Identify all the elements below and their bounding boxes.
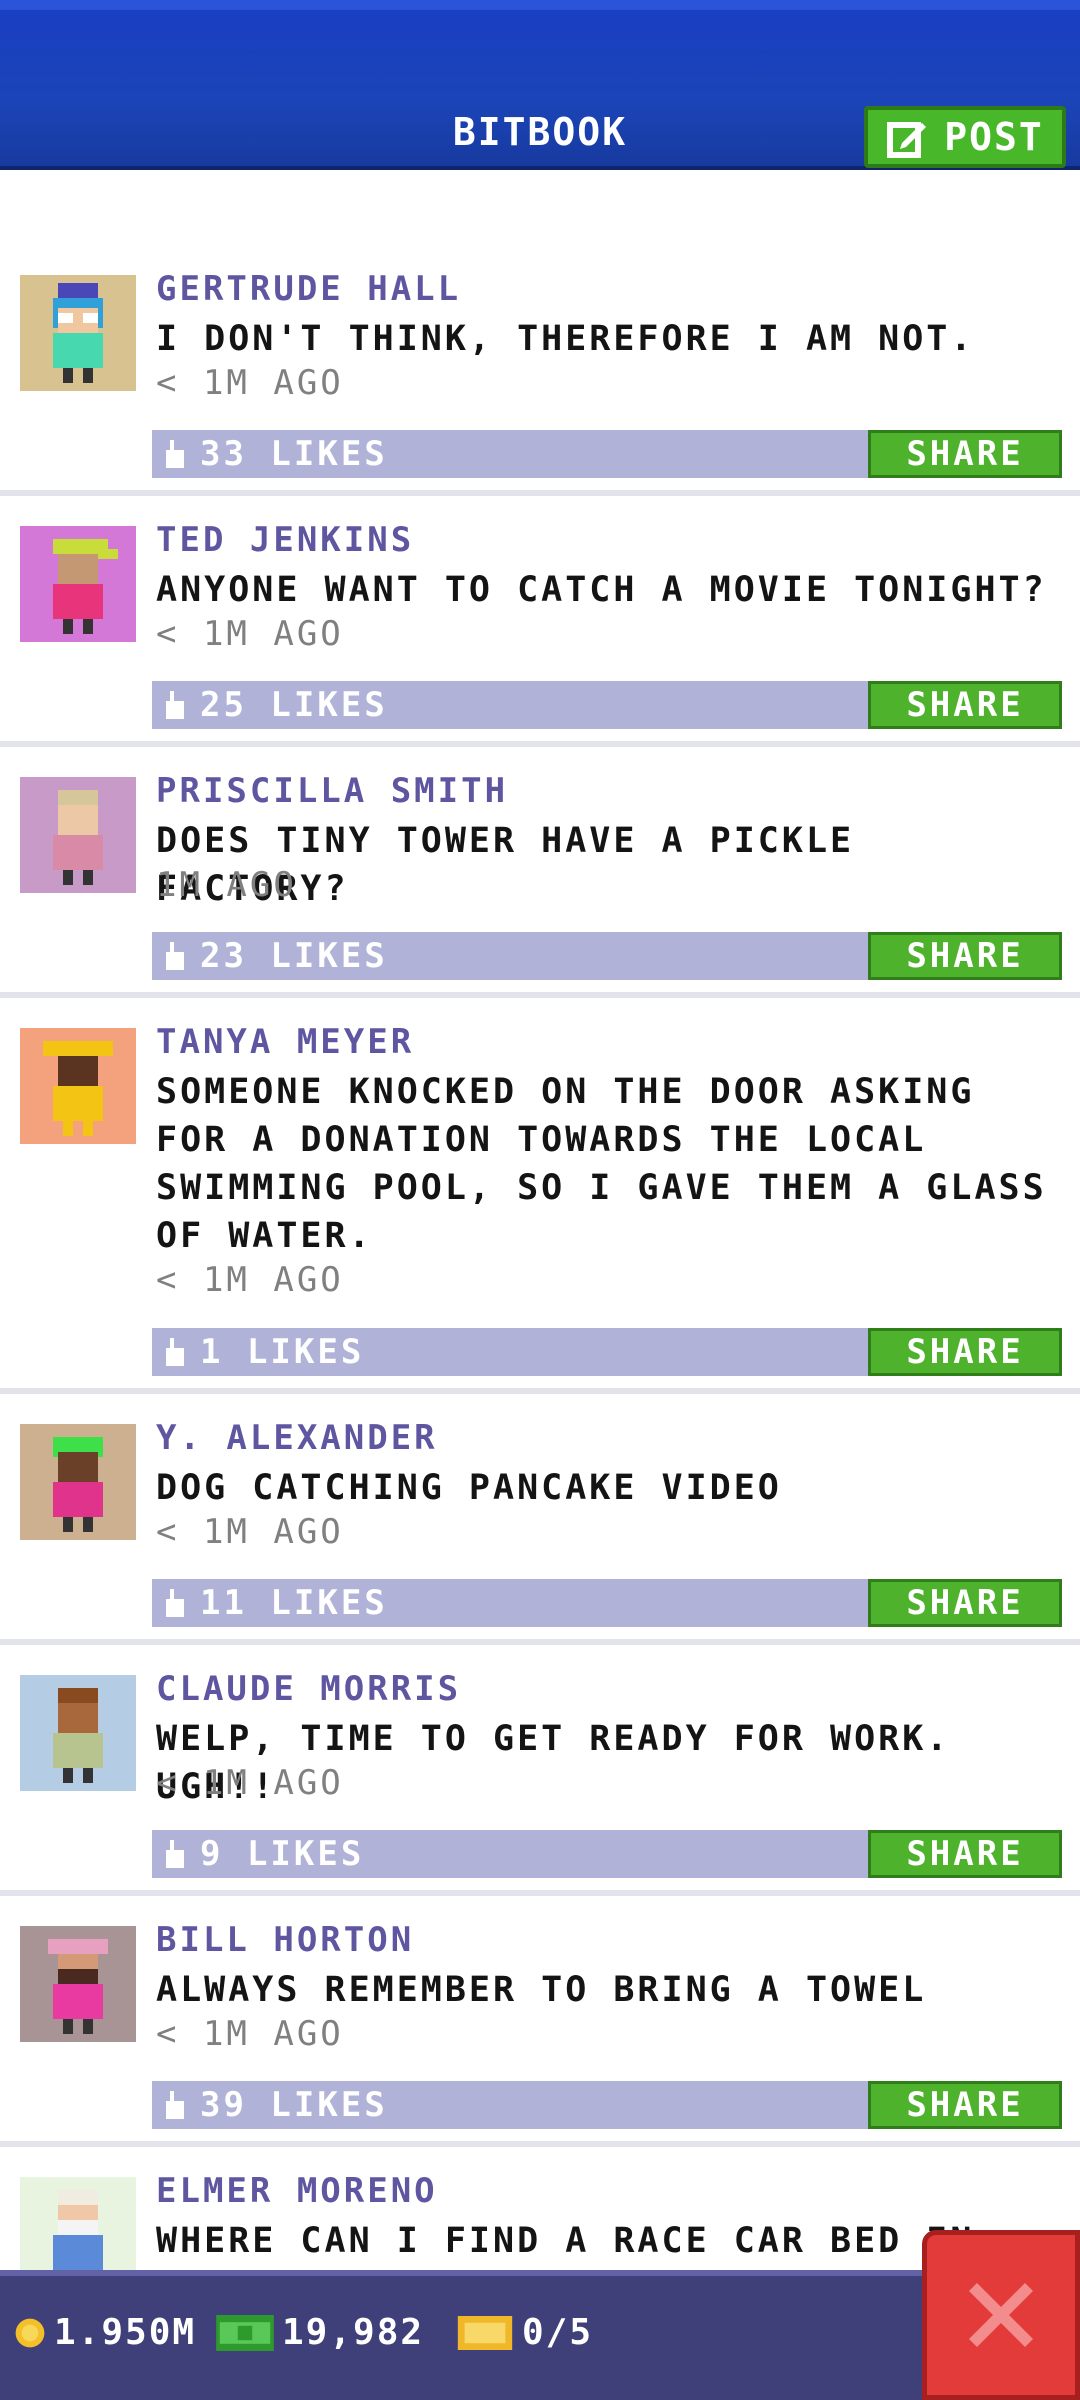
author-name[interactable]: PRISCILLA SMITH — [156, 771, 508, 811]
avatar — [20, 526, 136, 642]
post-time: < 1M AGO — [156, 1260, 344, 1300]
post-button-label: POST — [944, 115, 1044, 159]
list-item: GERTRUDE HALL I DON'T THINK, THEREFORE I… — [0, 245, 1080, 496]
author-name[interactable]: ELMER MORENO — [156, 2171, 438, 2211]
like-bar: 1 LIKES SHARE — [152, 1328, 1062, 1376]
share-button[interactable]: SHARE — [868, 932, 1062, 980]
author-name[interactable]: BILL HORTON — [156, 1920, 414, 1960]
bux-value: 19,982 — [282, 2312, 425, 2353]
like-count: 11 LIKES — [200, 1583, 388, 1623]
thumbs-up-icon[interactable] — [162, 1338, 184, 1366]
thumbs-up-icon[interactable] — [162, 2091, 184, 2119]
post-time: < 1M AGO — [156, 1763, 344, 1803]
bux-icon — [216, 2314, 274, 2351]
ticket-icon — [457, 2315, 513, 2350]
person-icon — [48, 1939, 108, 2034]
author-name[interactable]: TANYA MEYER — [156, 1022, 414, 1062]
like-count: 23 LIKES — [200, 936, 388, 976]
person-icon — [53, 1688, 103, 1783]
like-bar: 25 LIKES SHARE — [152, 681, 1062, 729]
avatar — [20, 1675, 136, 1791]
coins-stat: 1.950M — [14, 2312, 196, 2353]
like-bar: 11 LIKES SHARE — [152, 1579, 1062, 1627]
thumbs-up-icon[interactable] — [162, 942, 184, 970]
bux-stat: 19,982 — [216, 2312, 424, 2353]
share-button[interactable]: SHARE — [868, 430, 1062, 478]
thumbs-up-icon[interactable] — [162, 440, 184, 468]
post-button[interactable]: POST — [864, 106, 1066, 168]
person-icon — [53, 1437, 103, 1532]
avatar — [20, 275, 136, 391]
list-item: TANYA MEYER SOMEONE KNOCKED ON THE DOOR … — [0, 998, 1080, 1394]
author-name[interactable]: CLAUDE MORRIS — [156, 1669, 461, 1709]
like-count: 33 LIKES — [200, 434, 388, 474]
person-icon — [53, 539, 118, 634]
tickets-value: 0/5 — [522, 2312, 594, 2353]
post-time: 1M AGO — [156, 865, 297, 905]
share-button[interactable]: SHARE — [868, 1830, 1062, 1878]
thumbs-up-icon[interactable] — [162, 1840, 184, 1868]
author-name[interactable]: TED JENKINS — [156, 520, 414, 560]
post-time: < 1M AGO — [156, 2014, 344, 2054]
status-bar: 1.950M 19,982 0/5 — [0, 2270, 1080, 2400]
avatar — [20, 1424, 136, 1540]
like-bar: 39 LIKES SHARE — [152, 2081, 1062, 2129]
post-message: I DON'T THINK, THEREFORE I AM NOT. — [156, 319, 975, 359]
thumbs-up-icon[interactable] — [162, 1589, 184, 1617]
avatar — [20, 1926, 136, 2042]
post-time: < 1M AGO — [156, 1512, 344, 1552]
feed-list: GERTRUDE HALL I DON'T THINK, THEREFORE I… — [0, 245, 1080, 2347]
like-count: 9 LIKES — [200, 1834, 365, 1874]
author-name[interactable]: Y. ALEXANDER — [156, 1418, 438, 1458]
person-icon — [43, 1041, 113, 1136]
list-item: BILL HORTON ALWAYS REMEMBER TO BRING A T… — [0, 1896, 1080, 2147]
share-button[interactable]: SHARE — [868, 1328, 1062, 1376]
like-bar: 23 LIKES SHARE — [152, 932, 1062, 980]
coin-icon — [15, 2318, 45, 2347]
tickets-stat: 0/5 — [456, 2312, 593, 2353]
avatar — [20, 777, 136, 893]
post-message: SOMEONE KNOCKED ON THE DOOR ASKING FOR A… — [156, 1072, 1047, 1256]
like-bar: 33 LIKES SHARE — [152, 430, 1062, 478]
person-icon — [53, 790, 103, 885]
share-button[interactable]: SHARE — [868, 1579, 1062, 1627]
author-name[interactable]: GERTRUDE HALL — [156, 269, 461, 309]
like-count: 1 LIKES — [200, 1332, 365, 1372]
close-icon — [969, 2283, 1033, 2347]
share-button[interactable]: SHARE — [868, 681, 1062, 729]
person-icon — [53, 283, 103, 383]
list-item: Y. ALEXANDER DOG CATCHING PANCAKE VIDEO … — [0, 1394, 1080, 1645]
list-item: PRISCILLA SMITH DOES TINY TOWER HAVE A P… — [0, 747, 1080, 998]
post-message: ANYONE WANT TO CATCH A MOVIE TONIGHT? — [156, 570, 1047, 610]
like-count: 39 LIKES — [200, 2085, 388, 2125]
thumbs-up-icon[interactable] — [162, 691, 184, 719]
app-header: BITBOOK POST — [0, 0, 1080, 170]
coins-value: 1.950M — [54, 2312, 197, 2353]
close-button[interactable] — [922, 2230, 1080, 2400]
edit-icon — [887, 122, 927, 158]
post-message: ALWAYS REMEMBER TO BRING A TOWEL — [156, 1970, 927, 2010]
post-message: DOG CATCHING PANCAKE VIDEO — [156, 1468, 782, 1508]
like-bar: 9 LIKES SHARE — [152, 1830, 1062, 1878]
post-time: < 1M AGO — [156, 363, 344, 403]
like-count: 25 LIKES — [200, 685, 388, 725]
post-time: < 1M AGO — [156, 614, 344, 654]
list-item: TED JENKINS ANYONE WANT TO CATCH A MOVIE… — [0, 496, 1080, 747]
list-item: CLAUDE MORRIS WELP, TIME TO GET READY FO… — [0, 1645, 1080, 1896]
avatar — [20, 1028, 136, 1144]
share-button[interactable]: SHARE — [868, 2081, 1062, 2129]
